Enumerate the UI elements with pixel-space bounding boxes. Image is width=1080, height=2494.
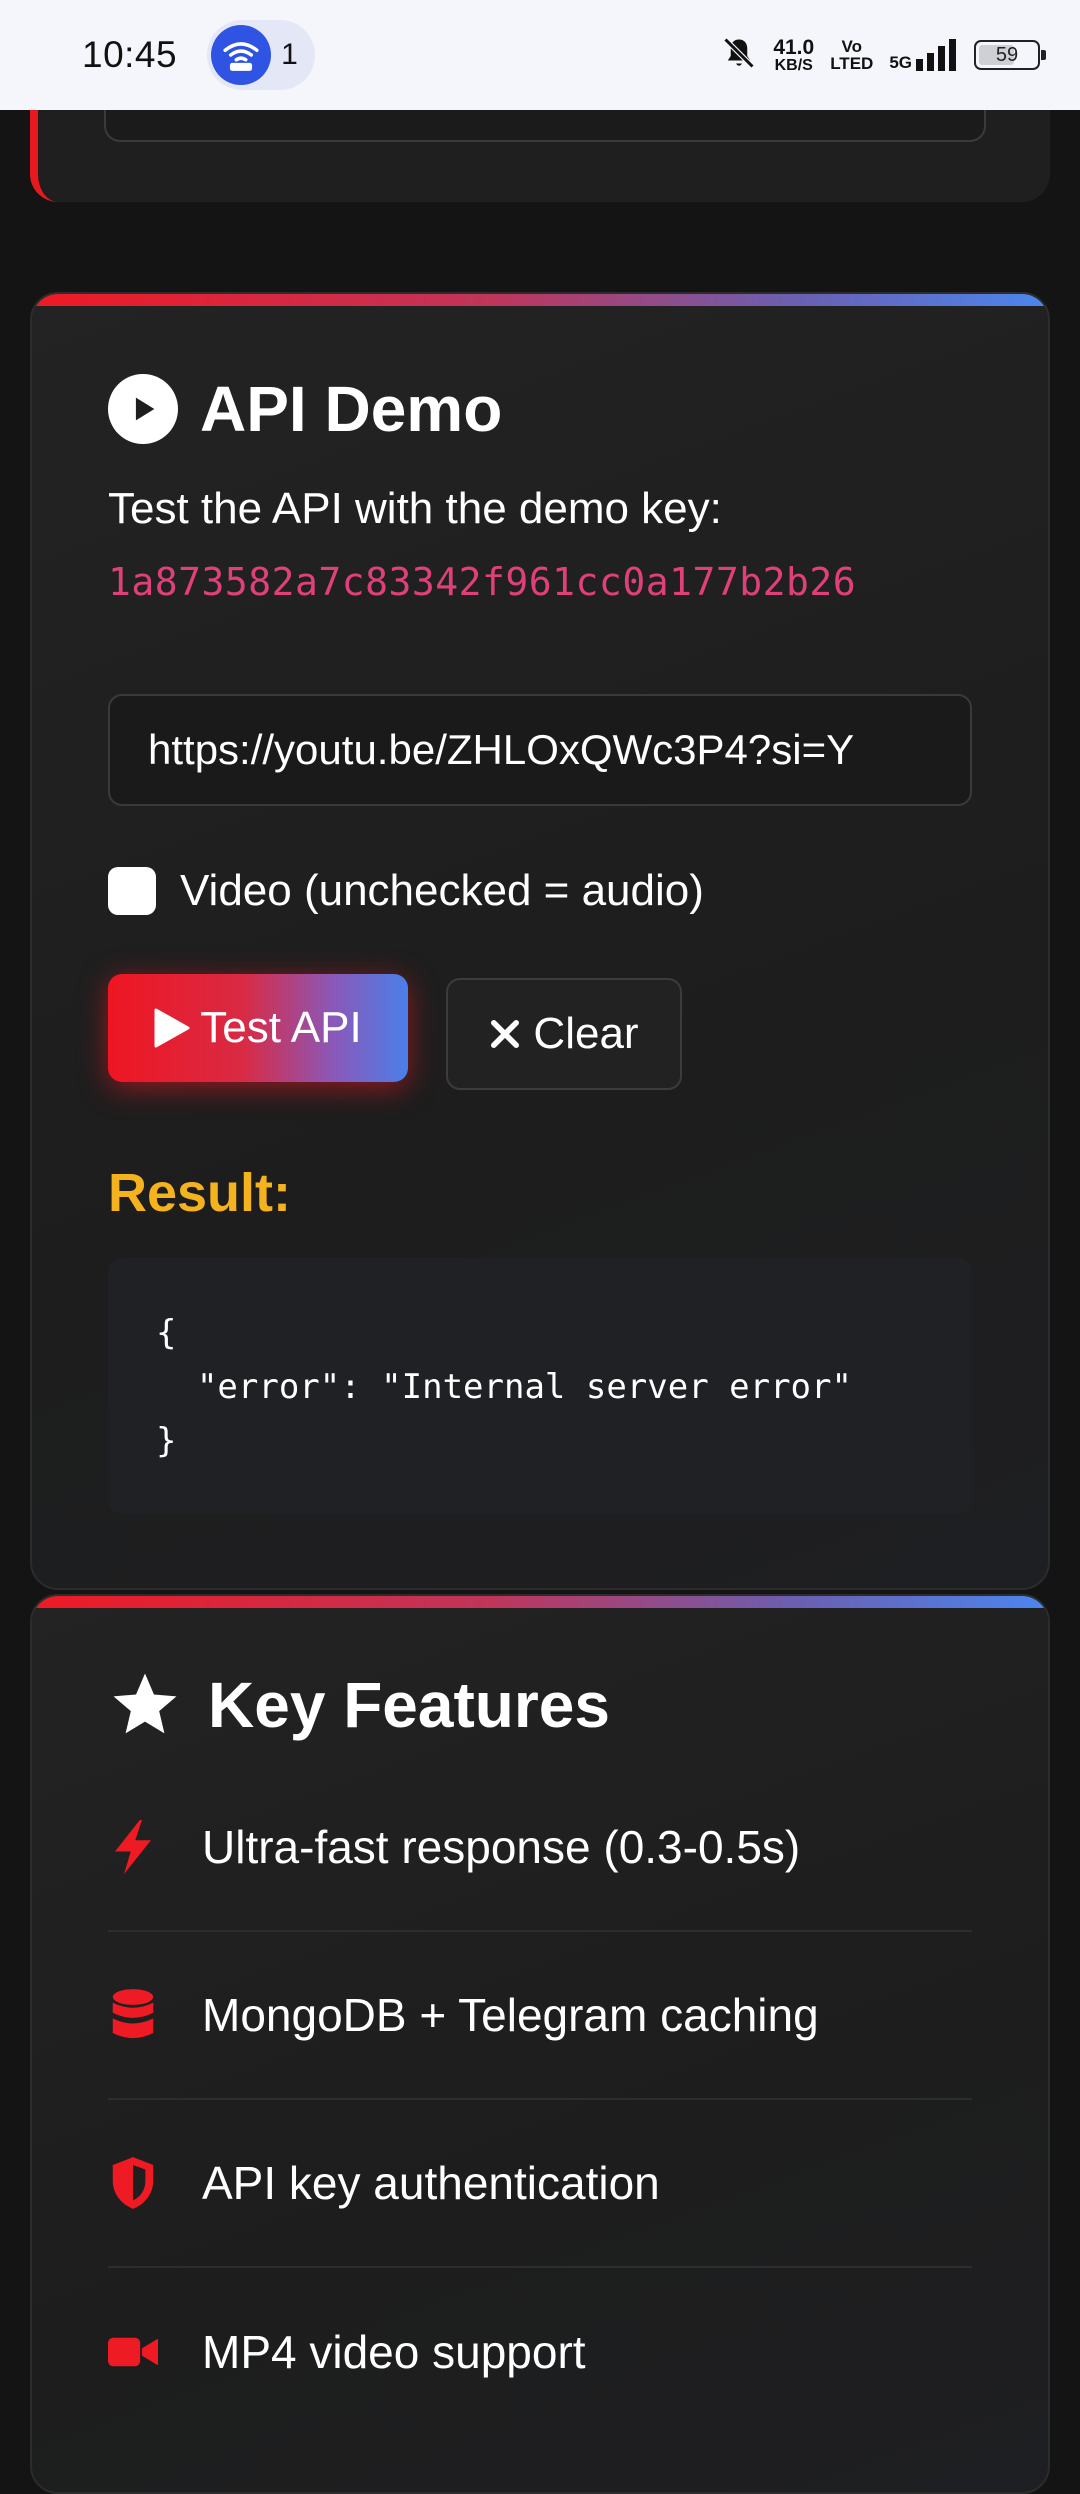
- feature-label: Ultra-fast response (0.3-0.5s): [202, 1821, 801, 1873]
- hotspot-count: 1: [281, 38, 298, 71]
- result-output: { "error": "Internal server error" }: [108, 1258, 972, 1514]
- bolt-icon: [108, 1820, 158, 1874]
- result-title: Result:: [108, 1163, 292, 1223]
- feature-label: API key authentication: [202, 2157, 660, 2209]
- database-icon: [108, 1988, 158, 2042]
- clear-button-label: Clear: [533, 1009, 639, 1058]
- card-accent-bar: [32, 294, 1048, 306]
- volte-indicator: Vo LTED: [830, 37, 874, 73]
- battery-level: 59: [995, 43, 1019, 66]
- video-url-input[interactable]: [108, 694, 972, 806]
- play-icon: [154, 1008, 190, 1048]
- list-item: MongoDB + Telegram caching: [108, 1932, 972, 2100]
- shield-icon: [108, 2156, 158, 2210]
- demo-description: Test the API with the demo key:: [108, 484, 722, 533]
- key-features-card: Key Features Ultra-fast response (0.3-0.…: [30, 1594, 1050, 2494]
- cellular-signal: 5G: [889, 39, 958, 71]
- feature-label: MongoDB + Telegram caching: [202, 1989, 819, 2041]
- star-icon: [108, 1668, 182, 1742]
- key-features-heading: Key Features: [108, 1668, 610, 1742]
- video-checkbox[interactable]: [108, 867, 156, 915]
- video-camera-icon: [108, 2331, 158, 2373]
- demo-api-key: 1a873582a7c83342f961cc0a177b2b26: [108, 560, 857, 604]
- test-api-button[interactable]: Test API: [108, 974, 408, 1082]
- api-demo-title: API Demo: [200, 373, 503, 445]
- list-item: API key authentication: [108, 2100, 972, 2268]
- signal-bars-icon: [916, 39, 956, 71]
- hotspot-indicator[interactable]: 1: [207, 20, 316, 90]
- close-icon: [491, 1020, 520, 1048]
- battery-icon: 59: [974, 40, 1046, 70]
- network-speed: 41.0 KB/S: [773, 35, 815, 74]
- play-circle-icon: [108, 374, 178, 444]
- video-checkbox-label[interactable]: Video (unchecked = audio): [180, 866, 704, 916]
- api-demo-card: API Demo Test the API with the demo key:…: [30, 292, 1050, 1590]
- status-time: 10:45: [82, 34, 178, 75]
- status-bar: 10:45 1 41.0 KB/S Vo LTED 5G 59: [0, 0, 1080, 110]
- feature-list: Ultra-fast response (0.3-0.5s) MongoDB +…: [108, 1764, 972, 2436]
- test-api-button-label: Test API: [200, 1003, 362, 1052]
- network-type: 5G: [889, 53, 912, 72]
- video-checkbox-row[interactable]: Video (unchecked = audio): [108, 866, 704, 916]
- list-item: MP4 video support: [108, 2268, 972, 2436]
- feature-label: MP4 video support: [202, 2326, 586, 2378]
- status-icons: 41.0 KB/S Vo LTED 5G 59: [721, 35, 1046, 76]
- hotspot-icon: [211, 25, 272, 85]
- api-demo-heading: API Demo: [108, 372, 502, 446]
- card-accent-bar: [32, 1596, 1048, 1608]
- key-features-title: Key Features: [208, 1669, 610, 1741]
- list-item: Ultra-fast response (0.3-0.5s): [108, 1764, 972, 1932]
- clear-button[interactable]: Clear: [446, 978, 682, 1090]
- bell-muted-icon: [721, 35, 757, 76]
